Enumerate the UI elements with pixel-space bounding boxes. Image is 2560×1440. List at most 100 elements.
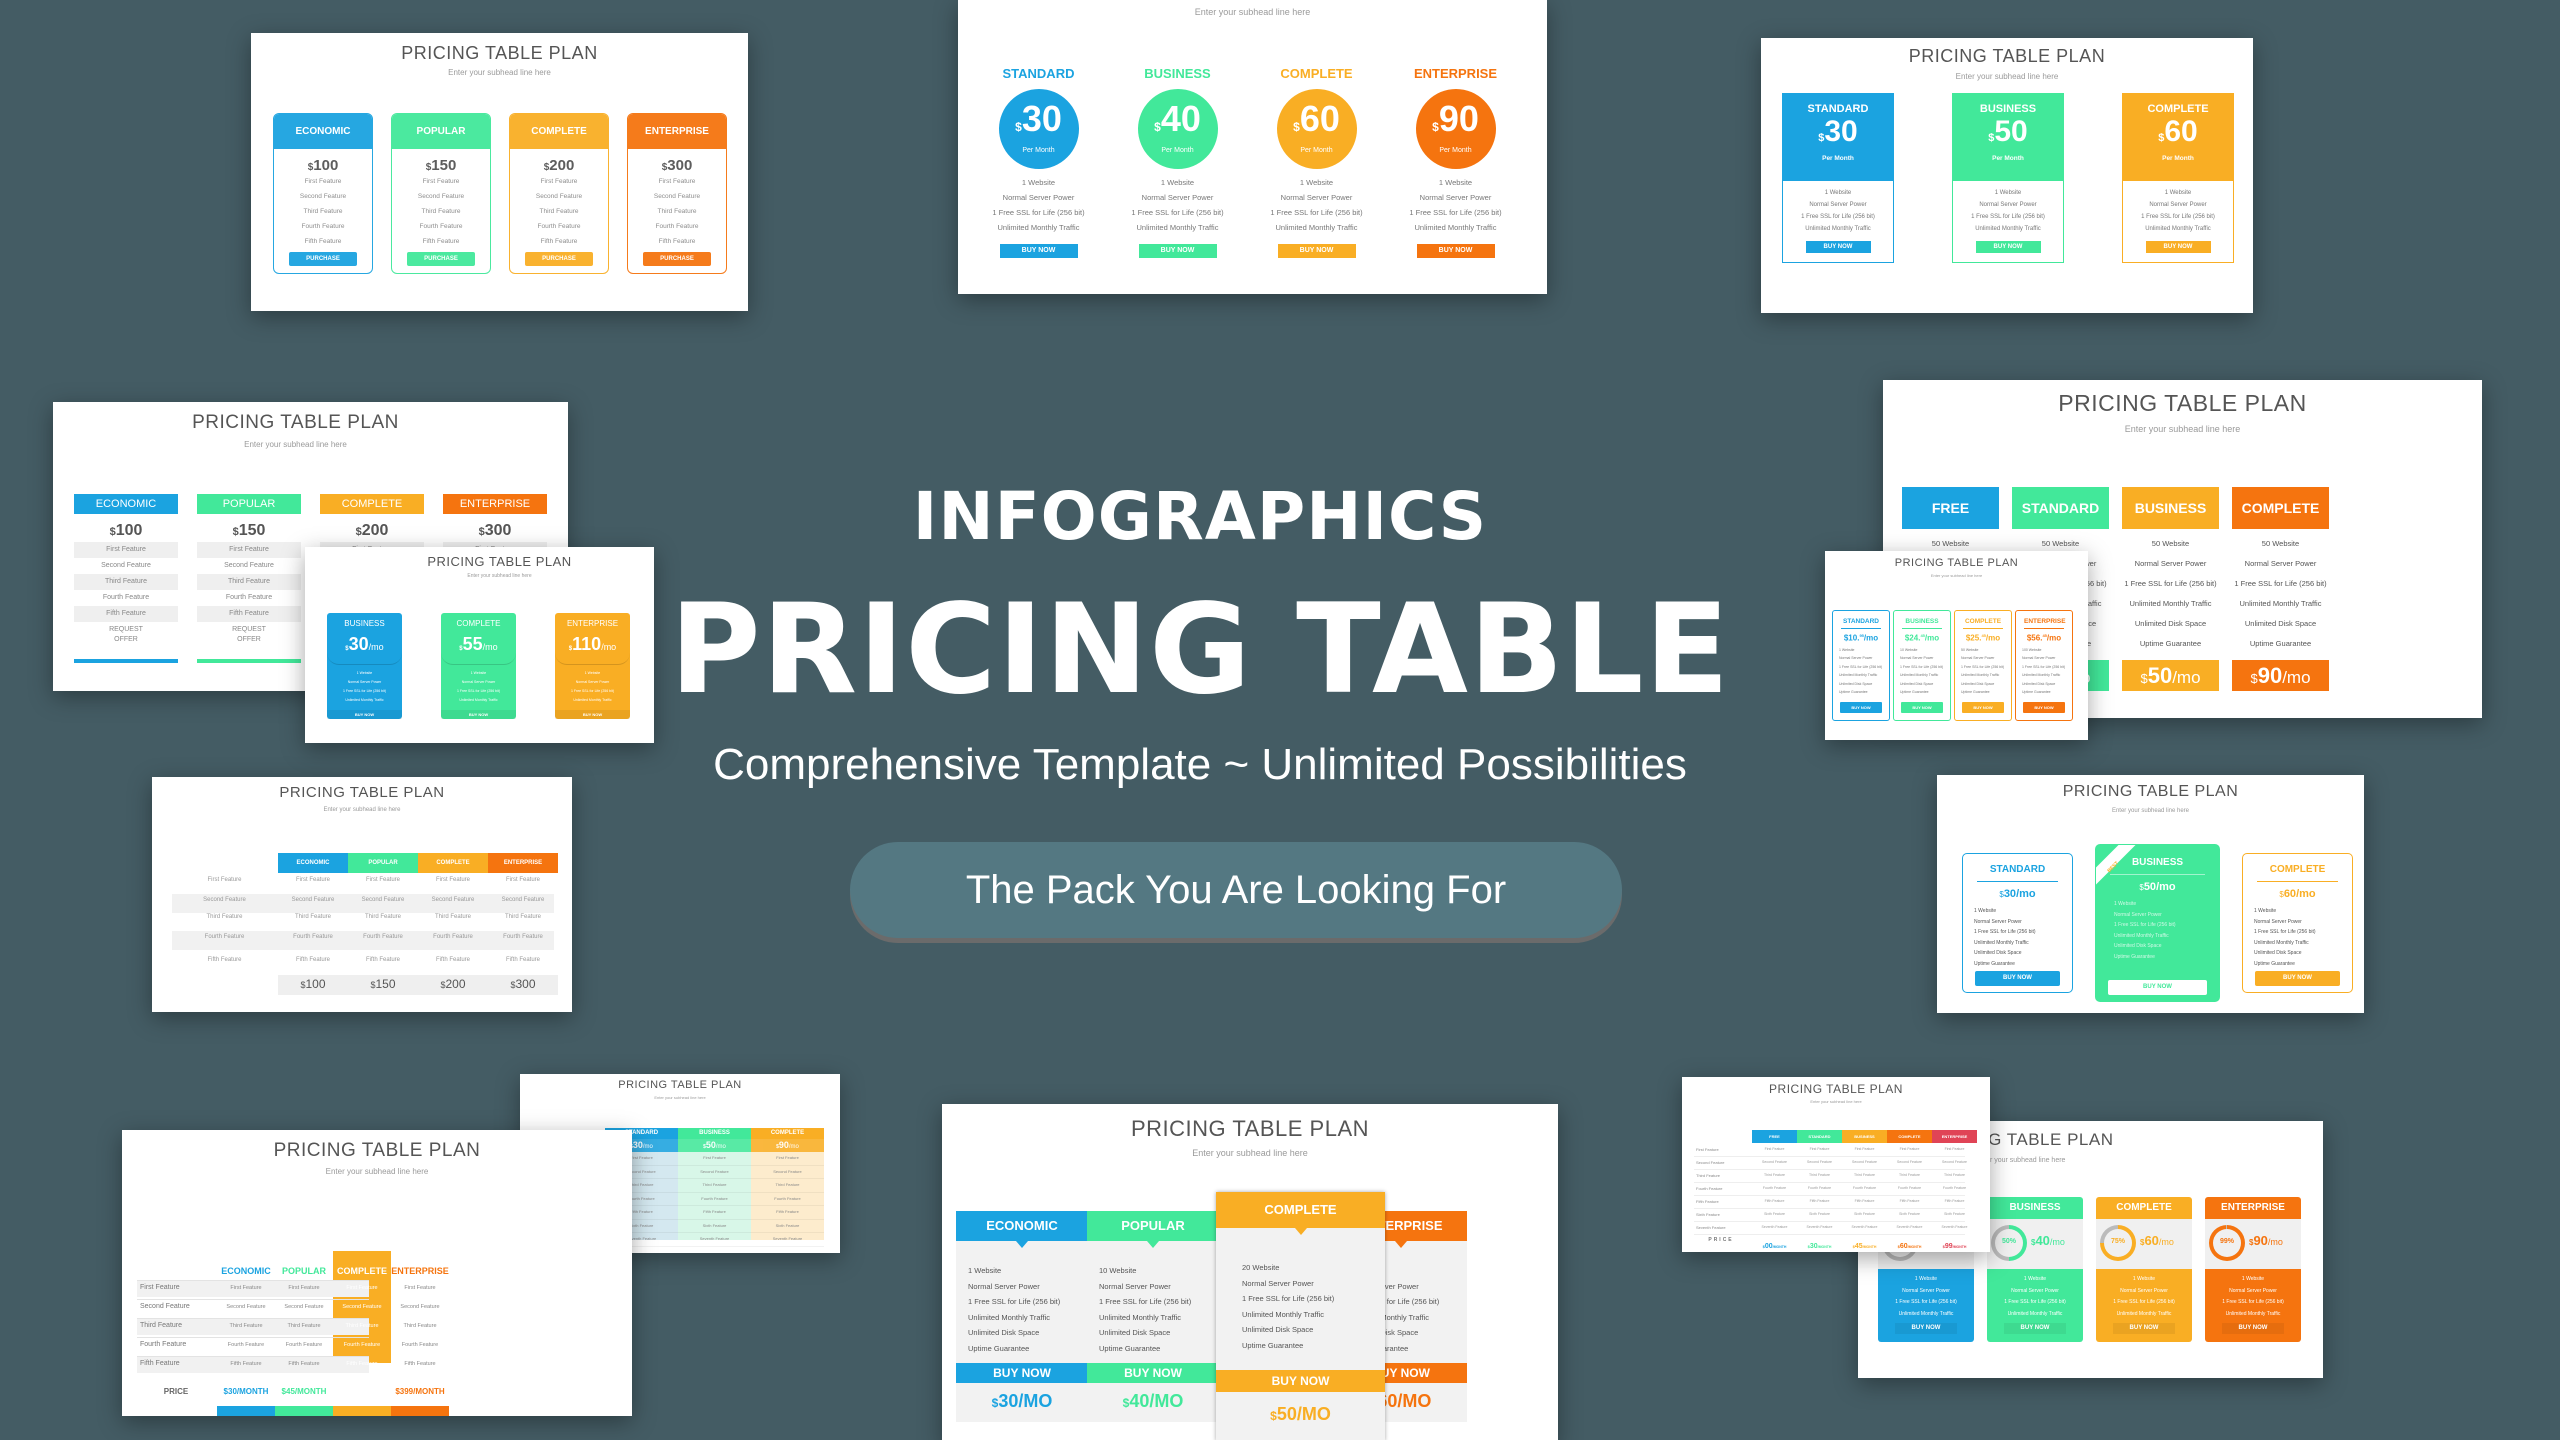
plan-name: BUSINESS (1987, 1197, 2083, 1219)
table-cell: Second Feature (361, 897, 405, 903)
plan-price: $300 (628, 157, 726, 174)
buy-now-button[interactable]: BUY NOW (1975, 971, 2060, 986)
price-unit: /MO (1296, 1404, 1331, 1424)
plan-card: BUSINESS $50 Per Month 1 Website Normal Serv… (1952, 93, 2064, 263)
table-row-label: First Feature (1696, 1147, 1719, 1152)
feature-item: 1 Website (1974, 908, 1997, 914)
price-value: 45 (1854, 1243, 1863, 1250)
price-circle: $60 Per Month (1276, 89, 1357, 169)
slide-subhead: Enter your subhead line here (244, 440, 347, 449)
feature-item: 1 Website (2023, 1276, 2047, 1282)
table-price: $399/MONTH (395, 1387, 445, 1396)
buy-now-button[interactable]: BUY NOW (1216, 1370, 1385, 1392)
table-cell: Seventh Feature (1806, 1225, 1833, 1229)
price-value: 200 (445, 977, 466, 991)
table-column-header: ENTERPRISE (488, 853, 558, 873)
slide-arrow-cards: PRICING TABLE PLAN Enter your subhead li… (942, 1104, 1558, 1440)
table-row-label: First Feature (140, 1284, 180, 1291)
purchase-button[interactable]: PURCHASE (289, 252, 357, 266)
table-cell: Third Feature (504, 914, 541, 920)
table-cell: Third Feature (1943, 1173, 1965, 1177)
feature-item: Fifth Feature (304, 238, 342, 245)
plan-price: $30/MO (956, 1391, 1088, 1412)
buy-now-button[interactable]: BUY NOW (1087, 1363, 1219, 1383)
table-cell: Third Feature (294, 914, 331, 920)
plan-price: $60/mo (2140, 1233, 2174, 1248)
buy-now-button[interactable]: BUY NOW (2108, 980, 2207, 995)
table-row-label: Second Feature (203, 897, 246, 903)
buy-now-button[interactable]: BUY NOW (2145, 241, 2211, 253)
plan-card: COMPLETE 75% $60/mo 1 Website Normal Server … (2096, 1197, 2192, 1342)
feature-item: Unlimited Monthly Traffic (1414, 223, 1497, 232)
table-cell: Fourth Feature (363, 934, 403, 940)
feature-item: Uptime Guarantee (1099, 1343, 1161, 1353)
plan-card: STANDARD $30 Per Month 1 Website Normal Serv… (1782, 93, 1894, 263)
table-price: $99/MONTH (1932, 1235, 1977, 1252)
buy-now-button[interactable]: BUY NOW (1277, 244, 1356, 258)
feature-item: 1 Free SSL for Life (256 bit) (2222, 1299, 2284, 1305)
price-value: 40 (1129, 1391, 1150, 1411)
buy-now-button[interactable]: BUY NOW (2113, 1323, 2175, 1334)
buy-now-button[interactable]: BUY NOW (1975, 241, 2041, 253)
feature-item: Fourth Feature (537, 223, 581, 230)
buy-now-button[interactable]: BUY NOW (2222, 1323, 2284, 1334)
buy-now-button[interactable]: BUY NOW (333, 1406, 391, 1416)
buy-now-button[interactable]: BUY NOW (217, 1406, 275, 1416)
hero-cta-button[interactable]: The Pack You Are Looking For (850, 842, 1622, 938)
table-cell: Fourth Feature (1852, 1186, 1877, 1190)
feature-item: Uptime Guarantee (2114, 953, 2155, 960)
table-cell: Seventh Feature (678, 1233, 751, 1247)
table-cell: First Feature (1944, 1147, 1965, 1151)
plan-name: COMPLETE (1280, 66, 1353, 81)
buy-now-button[interactable]: BUY NOW (956, 1363, 1088, 1383)
feature-item: 1 Free SSL for Life (256 bit) (2114, 922, 2176, 928)
plan-body: 1 Website Normal Server Power 1 Free SSL f… (1878, 1269, 1974, 1342)
buy-now-button[interactable]: BUY NOW (1138, 244, 1217, 258)
table-cell: Fourth Feature (433, 934, 473, 940)
price-circle: $30 Per Month (998, 89, 1079, 169)
table-price: $200 (418, 977, 488, 991)
progress-ring: 50% (1991, 1225, 2027, 1261)
header-arrow (1395, 1241, 1407, 1248)
price-value: 200 (549, 157, 575, 174)
buy-now-button[interactable]: BUY NOW (2255, 971, 2340, 986)
feature-item: 1 Free SSL for Life (256 bit) (2004, 1299, 2066, 1305)
feature-item: Normal Server Power (1141, 193, 1214, 202)
feature-item: 1 Free SSL for Life (256 bit) (1099, 1297, 1192, 1306)
plan-name: POPULAR (392, 114, 490, 149)
buy-now-button[interactable]: BUY NOW (391, 1406, 449, 1416)
feature-item: 1 Website (2114, 901, 2137, 907)
table-row-line (1694, 1221, 1965, 1222)
price-value: 50 (705, 1140, 716, 1150)
plan-card: ECONOMIC 1 Website Normal Server Power 1 Fr… (956, 1211, 1088, 1422)
plan-price: $30 (999, 89, 1079, 147)
feature-item: Unlimited Monthly Traffic (1898, 1310, 1954, 1317)
buy-now-button[interactable]: BUY NOW (1895, 1323, 1957, 1334)
price-value: 30 (1809, 1243, 1818, 1250)
buy-now-button[interactable]: BUY NOW (1805, 241, 1871, 253)
plan-price: $100 (274, 157, 372, 174)
table-cell: Third Feature (229, 1323, 263, 1329)
feature-item: 1 Free SSL for Life (256 bit) (1974, 929, 2036, 935)
buy-now-button[interactable]: BUY NOW (999, 244, 1078, 258)
buy-now-button[interactable]: BUY NOW (2004, 1323, 2066, 1334)
plan-name: STANDARD (1807, 103, 1869, 115)
feature-item: Uptime Guarantee (1242, 1340, 1304, 1350)
purchase-button[interactable]: PURCHASE (407, 252, 475, 266)
buy-now-button[interactable]: BUY NOW (1416, 244, 1495, 258)
table-cell: Sixth Feature (1764, 1212, 1785, 1216)
table-cell: Third Feature (364, 914, 401, 920)
feature-item: Unlimited Monthly Traffic (2225, 1310, 2281, 1317)
feature-item: Normal Server Power (1979, 202, 2037, 208)
feature-item: Unlimited Disk Space (2114, 943, 2162, 949)
buy-now-button[interactable]: BUY NOW (275, 1406, 333, 1416)
price-value: 60 (2164, 115, 2198, 148)
feature-item: Normal Server Power (2254, 918, 2302, 925)
table-cell: Fourth Feature (1807, 1186, 1832, 1190)
table-row-label: Fifth Feature (1696, 1199, 1719, 1204)
price-value: 30 (632, 1140, 643, 1150)
purchase-button[interactable]: PURCHASE (643, 252, 711, 266)
plan-price: $50 (1953, 115, 2063, 155)
purchase-button[interactable]: PURCHASE (525, 252, 593, 266)
table-cell: Seventh Feature (1851, 1225, 1878, 1229)
